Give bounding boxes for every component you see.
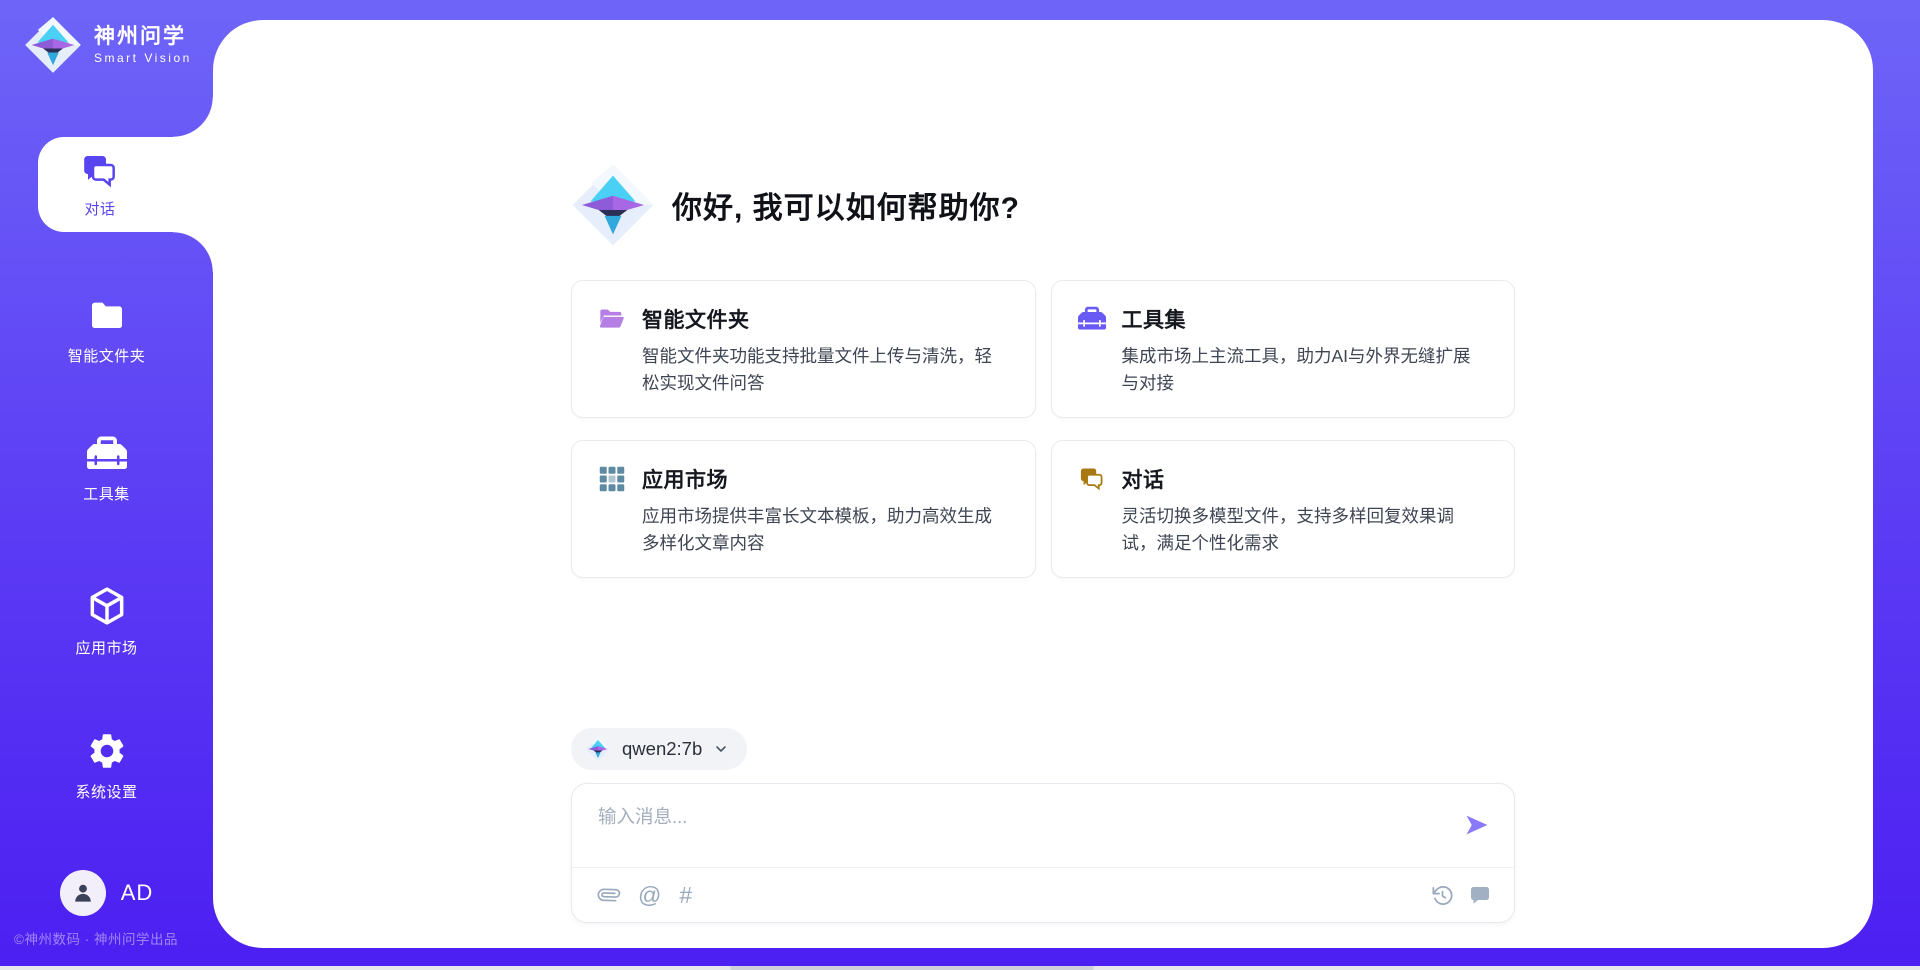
brand-logo-icon bbox=[24, 16, 82, 74]
sidebar-item-apps[interactable]: 应用市场 bbox=[0, 584, 213, 658]
topic-button[interactable]: # bbox=[679, 884, 692, 907]
card-description: 智能文件夹功能支持批量文件上传与清洗，轻松实现文件问答 bbox=[642, 343, 1009, 396]
message-input[interactable] bbox=[572, 784, 1514, 867]
brand-tagline: Smart Vision bbox=[94, 51, 192, 65]
app-screen: 神州问学 Smart Vision 对话 智能文件夹 bbox=[0, 0, 1920, 970]
paperclip-icon bbox=[593, 880, 624, 911]
sidebar: 神州问学 Smart Vision 对话 智能文件夹 bbox=[0, 0, 213, 970]
card-chat[interactable]: 对话 灵活切换多模型文件，支持多样回复效果调试，满足个性化需求 bbox=[1051, 440, 1516, 578]
scrollbar-thumb[interactable] bbox=[730, 966, 1095, 970]
toolbox-icon bbox=[1078, 305, 1106, 333]
main-panel: 你好, 我可以如何帮助你? 智能文件夹 智能文件夹功能支持批量文件上传与清洗，轻… bbox=[213, 20, 1873, 948]
sidebar-item-tools[interactable]: 工具集 bbox=[0, 434, 213, 504]
model-logo-icon bbox=[585, 736, 611, 762]
model-selector[interactable]: qwen2:7b bbox=[571, 728, 747, 770]
avatar bbox=[60, 870, 106, 916]
gear-icon bbox=[86, 730, 128, 772]
folder-icon bbox=[86, 296, 128, 336]
card-description: 集成市场上主流工具，助力AI与外界无缝扩展与对接 bbox=[1122, 343, 1489, 396]
card-app-market[interactable]: 应用市场 应用市场提供丰富长文本模板，助力高效生成多样化文章内容 bbox=[571, 440, 1036, 578]
sidebar-item-label: 对话 bbox=[84, 198, 115, 219]
card-title: 工具集 bbox=[1122, 304, 1187, 334]
card-title: 应用市场 bbox=[642, 464, 728, 494]
apps-grid-icon bbox=[598, 465, 626, 493]
horizontal-scrollbar[interactable] bbox=[0, 966, 1920, 970]
copyright-text: ©神州数码 · 神州问学出品 bbox=[14, 928, 178, 948]
card-title: 对话 bbox=[1122, 464, 1165, 494]
at-icon: @ bbox=[638, 884, 661, 907]
card-description: 应用市场提供丰富长文本模板，助力高效生成多样化文章内容 bbox=[642, 503, 1009, 556]
greeting-title: 你好, 我可以如何帮助你? bbox=[672, 183, 1020, 227]
conversation-button[interactable] bbox=[1468, 883, 1492, 907]
brand: 神州问学 Smart Vision bbox=[24, 16, 192, 74]
greeting-logo-icon bbox=[571, 163, 655, 247]
hash-icon: # bbox=[679, 884, 692, 907]
user-account[interactable]: AD bbox=[0, 870, 213, 916]
history-button[interactable] bbox=[1431, 884, 1454, 907]
mention-button[interactable]: @ bbox=[638, 884, 661, 907]
send-button[interactable] bbox=[1462, 810, 1492, 840]
sidebar-item-label: 智能文件夹 bbox=[68, 345, 146, 366]
sidebar-item-label: 工具集 bbox=[83, 483, 130, 504]
chat-bubble-icon bbox=[1468, 883, 1492, 907]
sidebar-item-label: 系统设置 bbox=[75, 781, 137, 802]
tab-curve-top bbox=[173, 97, 213, 137]
tab-curve-bottom bbox=[173, 232, 213, 272]
sidebar-item-settings[interactable]: 系统设置 bbox=[0, 730, 213, 802]
message-input-box: @ # bbox=[571, 783, 1515, 923]
composer: qwen2:7b bbox=[571, 728, 1515, 923]
card-smart-folders[interactable]: 智能文件夹 智能文件夹功能支持批量文件上传与清洗，轻松实现文件问答 bbox=[571, 280, 1036, 418]
chevron-down-icon bbox=[713, 741, 729, 757]
history-icon bbox=[1431, 884, 1454, 907]
toolbox-icon bbox=[87, 434, 127, 474]
feature-cards: 智能文件夹 智能文件夹功能支持批量文件上传与清洗，轻松实现文件问答 工具集 集成… bbox=[571, 280, 1515, 578]
cube-icon bbox=[85, 584, 129, 628]
card-title: 智能文件夹 bbox=[642, 304, 750, 334]
person-icon bbox=[70, 880, 96, 906]
sidebar-item-label: 应用市场 bbox=[75, 637, 137, 658]
send-icon bbox=[1463, 811, 1491, 839]
folder-open-icon bbox=[598, 305, 626, 333]
card-description: 灵活切换多模型文件，支持多样回复效果调试，满足个性化需求 bbox=[1122, 503, 1489, 556]
card-toolset[interactable]: 工具集 集成市场上主流工具，助力AI与外界无缝扩展与对接 bbox=[1051, 280, 1516, 418]
attach-file-button[interactable] bbox=[598, 884, 620, 906]
model-name: qwen2:7b bbox=[622, 738, 702, 760]
sidebar-item-folders[interactable]: 智能文件夹 bbox=[0, 296, 213, 366]
greeting: 你好, 我可以如何帮助你? bbox=[571, 163, 1515, 247]
user-initials: AD bbox=[121, 880, 154, 906]
chat-bubbles-icon bbox=[1078, 465, 1106, 493]
sidebar-item-chat-active[interactable]: 对话 bbox=[38, 137, 213, 232]
brand-name: 神州问学 bbox=[94, 25, 192, 49]
chat-bubbles-icon bbox=[80, 151, 120, 191]
